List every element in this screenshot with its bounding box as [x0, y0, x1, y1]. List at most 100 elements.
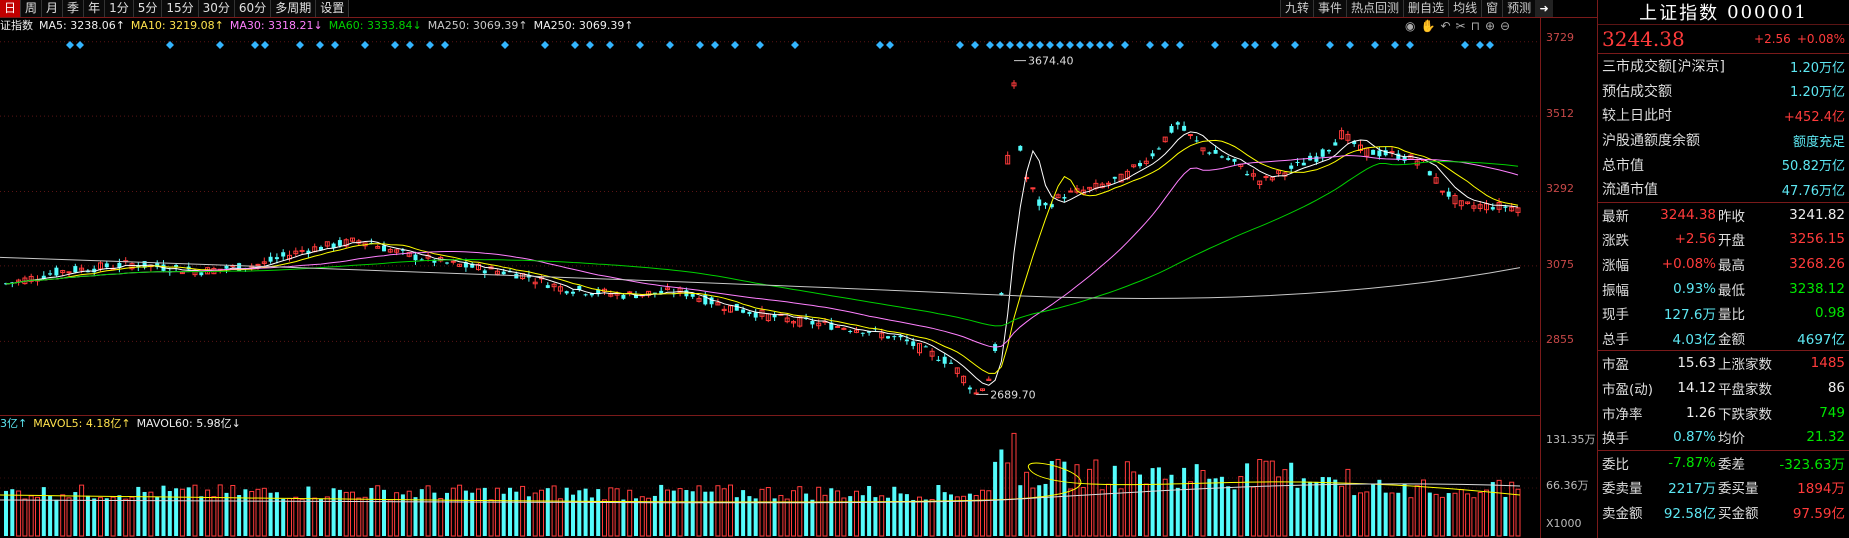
- volume-bar-up: [293, 496, 299, 537]
- eye-icon[interactable]: ◉: [1405, 19, 1415, 33]
- signal-marker: [956, 41, 964, 49]
- volume-bar-down: [117, 495, 122, 536]
- volume-bar-down: [136, 486, 141, 536]
- candle-down: [337, 240, 342, 246]
- volume-bar-down: [690, 491, 695, 536]
- ma10-legend: MA10: 3219.08↑: [130, 19, 224, 32]
- period-tab[interactable]: 30分: [198, 0, 235, 17]
- volume-bar-up: [230, 484, 236, 537]
- market-row-label: 流通市值: [1602, 182, 1658, 199]
- ma250-line: [0, 256, 1521, 299]
- volume-bar-down: [199, 496, 204, 536]
- candle-down: [1245, 174, 1250, 176]
- market-row-label: 沪股通额度余额: [1602, 133, 1700, 150]
- volume-bar-down: [1062, 461, 1067, 536]
- period-tab[interactable]: 季: [63, 0, 85, 17]
- volume-bar-up: [1408, 497, 1414, 537]
- candle-down: [1402, 156, 1407, 161]
- toolbar-button[interactable]: 均线: [1448, 0, 1482, 17]
- index-code: 000001: [1727, 1, 1808, 23]
- volume-bar-down: [73, 492, 78, 536]
- signal-marker: [261, 41, 269, 49]
- volume-bar-up: [35, 496, 40, 537]
- period-tab[interactable]: 15分: [162, 0, 199, 17]
- period-tab[interactable]: 60分: [234, 0, 272, 17]
- candle-down: [1371, 149, 1376, 155]
- volume-bar-up: [696, 485, 702, 537]
- candle-up: [1263, 176, 1269, 179]
- volume-bar-down: [243, 489, 248, 536]
- volume-bar-up: [148, 491, 154, 537]
- kline-chart[interactable]: 3674.40 2689.70: [0, 0, 1597, 538]
- candle-up: [1030, 187, 1036, 190]
- price-change-pct: +0.08%: [1796, 32, 1845, 46]
- lock-icon[interactable]: ⊓: [1471, 19, 1480, 33]
- market-row: 预估成交额 1.20万亿: [1598, 79, 1849, 104]
- volume-bar-down: [596, 489, 601, 536]
- volume-bar-up: [791, 490, 796, 537]
- exit-arrow-icon[interactable]: ➜: [1535, 0, 1554, 17]
- volume-bar-down: [1396, 492, 1401, 536]
- candle-down: [886, 336, 890, 339]
- quote-value: 4.03亿: [1672, 331, 1716, 348]
- period-tab[interactable]: 设置: [316, 0, 350, 17]
- zoom-in-icon[interactable]: ⊕: [1485, 19, 1495, 33]
- volume-bar-up: [532, 492, 538, 537]
- undo-icon[interactable]: ↶: [1440, 19, 1450, 33]
- volume-bar-down: [514, 491, 519, 536]
- volume-bar-up: [1389, 492, 1395, 537]
- toolbar-button[interactable]: 九转: [1280, 0, 1314, 17]
- period-tab[interactable]: 年: [84, 0, 106, 17]
- volume-bar-up: [299, 498, 305, 537]
- volume-bar-up: [255, 488, 261, 537]
- ma250-legend: MA250: 3069.39↑: [427, 19, 528, 32]
- volume-bar-down: [1490, 482, 1495, 536]
- toolbar-button[interactable]: 事件: [1313, 0, 1347, 17]
- period-tab[interactable]: 5分: [133, 0, 163, 17]
- volume-bar-down: [1112, 465, 1117, 536]
- candle-down: [1301, 162, 1306, 166]
- candle-down: [104, 263, 109, 268]
- period-tab[interactable]: 1分: [105, 0, 134, 17]
- volume-bar-down: [85, 495, 90, 536]
- quote-value: 97.59亿: [1792, 505, 1845, 522]
- period-tab[interactable]: 月: [42, 0, 64, 17]
- market-row-value: +452.4亿: [1783, 109, 1845, 125]
- volume-bar-up: [835, 490, 841, 537]
- volume-bar-down: [772, 498, 777, 536]
- volume-bar-up: [1471, 497, 1477, 537]
- period-tab[interactable]: 日: [0, 0, 22, 17]
- volume-bar-down: [1333, 479, 1338, 536]
- toolbar-button[interactable]: 删自选: [1403, 0, 1449, 17]
- zoom-out-icon[interactable]: ⊖: [1500, 19, 1510, 33]
- signal-marker: [876, 41, 884, 49]
- volume-bar-down: [892, 486, 897, 536]
- volume-bar-down: [829, 488, 834, 536]
- signal-marker: [361, 41, 369, 49]
- toolbar-button[interactable]: 热点回测: [1346, 0, 1404, 17]
- volume-bar-down: [224, 492, 229, 536]
- scissors-icon[interactable]: ✂: [1456, 19, 1466, 33]
- volume-bar-up: [312, 497, 318, 537]
- candle-down: [274, 257, 279, 260]
- volume-bar-up: [728, 484, 733, 537]
- candle-down: [224, 265, 229, 269]
- quote-row: 市净率 1.26 下跌家数 749: [1598, 400, 1849, 425]
- period-tab[interactable]: 多周期: [271, 0, 317, 17]
- candle-down: [54, 267, 59, 276]
- period-tab[interactable]: 周: [21, 0, 43, 17]
- market-row-label: 预估成交额: [1602, 83, 1672, 100]
- hand-icon[interactable]: ✋: [1420, 19, 1435, 33]
- toolbar-button[interactable]: 预测: [1502, 0, 1536, 17]
- candle-up: [1106, 182, 1111, 185]
- quote-label: 市盈(动): [1602, 382, 1654, 399]
- volume-bar-down: [589, 497, 594, 536]
- candle-down: [967, 387, 972, 390]
- quote-value: 3256.15: [1789, 231, 1845, 248]
- volume-bar-up: [973, 495, 979, 537]
- toolbar-button[interactable]: 窗: [1481, 0, 1503, 17]
- quote-label: 开盘: [1718, 233, 1745, 250]
- volume-bar-down: [1226, 486, 1231, 536]
- price-axis-label: 2855: [1546, 333, 1574, 346]
- signal-marker: [1096, 41, 1104, 49]
